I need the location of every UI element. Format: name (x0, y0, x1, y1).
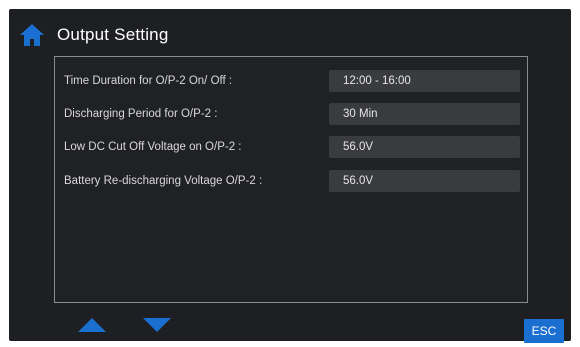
setting-label: Low DC Cut Off Voltage on O/P-2 : (64, 141, 242, 153)
home-icon[interactable] (19, 23, 45, 47)
header: Output Setting (19, 21, 168, 49)
setting-value-field[interactable]: 30 Min (329, 103, 520, 125)
settings-panel: Time Duration for O/P-2 On/ Off : 12:00 … (54, 56, 528, 303)
setting-label: Battery Re-discharging Voltage O/P-2 : (64, 175, 263, 187)
setting-value-field[interactable]: 12:00 - 16:00 (329, 70, 520, 92)
setting-row-discharging-period: Discharging Period for O/P-2 : 30 Min (64, 103, 520, 125)
setting-value-field[interactable]: 56.0V (329, 136, 520, 158)
setting-label: Time Duration for O/P-2 On/ Off : (64, 75, 233, 87)
setting-value-field[interactable]: 56.0V (329, 170, 520, 192)
page-title: Output Setting (57, 25, 169, 44)
esc-button[interactable]: ESC (524, 319, 564, 343)
setting-row-time-duration: Time Duration for O/P-2 On/ Off : 12:00 … (64, 70, 520, 92)
setting-label: Discharging Period for O/P-2 : (64, 108, 218, 120)
arrow-down-icon[interactable] (142, 317, 172, 333)
setting-row-battery-redischarging: Battery Re-discharging Voltage O/P-2 : 5… (64, 170, 520, 192)
arrow-up-icon[interactable] (77, 317, 107, 333)
setting-row-low-dc-cutoff: Low DC Cut Off Voltage on O/P-2 : 56.0V (64, 136, 520, 158)
output-setting-screen: Output Setting Time Duration for O/P-2 O… (9, 9, 571, 343)
